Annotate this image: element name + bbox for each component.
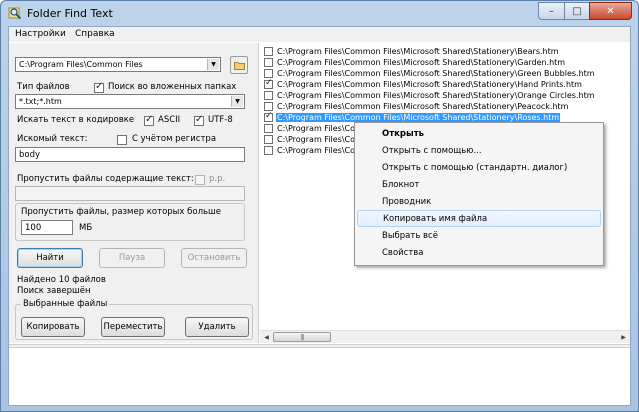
utf8-checkbox[interactable] <box>194 114 204 126</box>
search-text-input[interactable]: body <box>15 147 245 162</box>
file-path: C:\Program Files\Common Files\Microsoft … <box>277 80 582 89</box>
context-menu: Открыть Открыть с помощью... Открыть с п… <box>354 122 604 266</box>
move-button[interactable]: Переместить <box>101 317 165 337</box>
skip-case-checkbox[interactable] <box>195 175 205 185</box>
menu-item-select-all[interactable]: Выбрать всё <box>357 227 601 244</box>
file-types-combobox[interactable]: *.txt;*.htm ▼ <box>15 94 245 109</box>
list-item[interactable]: C:\Program Files\Common Files\Microsoft … <box>264 101 569 112</box>
search-options-panel: C:\Program Files\Common Files ▼ Тип файл… <box>9 43 259 343</box>
skip-text-input[interactable] <box>15 186 245 201</box>
folder-combobox[interactable]: C:\Program Files\Common Files ▼ <box>15 57 221 72</box>
list-item[interactable]: C:\Program Files\Common Files\Microsoft … <box>264 57 566 68</box>
window-controls: – □ ✕ <box>538 2 632 20</box>
scroll-left-icon[interactable]: ◀ <box>261 332 272 343</box>
menu-settings[interactable]: Настройки <box>15 29 66 39</box>
file-types-value: *.txt;*.htm <box>19 97 62 106</box>
result-checkbox[interactable] <box>264 135 273 144</box>
search-text-label: Искомый текст: <box>17 134 88 144</box>
list-item[interactable]: C:\Program Files\Common Files\Microsoft … <box>264 68 596 79</box>
menu-bar: Настройки Справка <box>9 27 630 42</box>
maximize-button[interactable]: □ <box>564 2 589 20</box>
file-path: C:\Program Files\Common Files\Microsoft … <box>277 102 569 111</box>
menu-item-open-with-dialog[interactable]: Открыть с помощью (стандартн. диалог) <box>357 159 601 176</box>
case-sensitive-checkbox[interactable] <box>117 135 127 145</box>
pause-button[interactable]: Пауза <box>99 248 165 268</box>
menu-item-open[interactable]: Открыть <box>357 125 601 142</box>
result-checkbox[interactable] <box>264 91 273 100</box>
file-path: C:\Program Files\Common Files\Microsoft … <box>277 69 595 78</box>
file-path: C:\Program Files\Common Files\Microsoft … <box>276 113 561 122</box>
preview-pane <box>9 348 630 405</box>
size-unit-label: МБ <box>79 223 93 233</box>
menu-item-notepad[interactable]: Блокнот <box>357 176 601 193</box>
skip-size-label: Пропустить файлы, размер которых больше <box>21 207 222 217</box>
subfolders-label: Поиск во вложенных папках <box>108 82 237 92</box>
horizontal-scrollbar[interactable]: ◀ ||| ▶ <box>260 330 630 343</box>
ascii-label: ASCII <box>158 115 181 125</box>
result-checkbox[interactable] <box>264 146 273 155</box>
case-sensitive-label: С учётом регистра <box>132 134 217 144</box>
list-item[interactable]: C:\Program Files\Common Files\Microsoft … <box>264 46 560 57</box>
selected-files-label: Выбранные файлы <box>21 299 110 309</box>
menu-help[interactable]: Справка <box>75 29 115 39</box>
file-types-label: Тип файлов <box>17 82 70 92</box>
result-checkbox[interactable] <box>264 58 273 67</box>
result-checkbox[interactable] <box>264 69 273 78</box>
skip-size-value: 100 <box>25 223 42 233</box>
utf8-label: UTF-8 <box>208 115 233 125</box>
menu-item-open-with[interactable]: Открыть с помощью... <box>357 142 601 159</box>
chevron-down-icon[interactable]: ▼ <box>207 59 219 70</box>
delete-button[interactable]: Удалить <box>185 317 249 337</box>
skip-case-label: р.р. <box>209 174 226 184</box>
result-checkbox[interactable] <box>264 78 273 89</box>
folder-icon <box>234 62 245 70</box>
found-count-status: Найдено 10 файлов <box>17 275 106 285</box>
list-item[interactable]: C:\Program Files\Common Files\Microsoft … <box>264 90 596 101</box>
menu-item-properties[interactable]: Свойства <box>357 244 601 261</box>
browse-folder-button[interactable] <box>230 56 248 74</box>
result-checkbox[interactable] <box>264 111 273 122</box>
subfolders-checkbox[interactable] <box>94 81 104 93</box>
search-done-status: Поиск завершён <box>17 286 91 296</box>
scroll-right-icon[interactable]: ▶ <box>618 332 629 343</box>
chevron-down-icon[interactable]: ▼ <box>231 96 243 107</box>
search-text-value: body <box>19 150 41 160</box>
result-checkbox[interactable] <box>264 124 273 133</box>
file-path: C:\Program Files\Common Files\Microsoft … <box>277 58 566 67</box>
stop-button[interactable]: Остановить <box>181 248 247 268</box>
close-button[interactable]: ✕ <box>589 2 632 20</box>
list-item[interactable]: C:\Program Files\Common Files\Microsoft … <box>264 78 583 90</box>
window-title: Folder Find Text <box>27 7 113 20</box>
folder-value: C:\Program Files\Common Files <box>19 60 143 69</box>
skip-size-input[interactable]: 100 <box>21 220 73 235</box>
ascii-checkbox[interactable] <box>144 114 154 126</box>
file-path: C:\Program Files\Common Files\Microsoft … <box>277 47 559 56</box>
title-bar[interactable]: Folder Find Text – □ ✕ <box>1 1 638 25</box>
menu-item-explorer[interactable]: Проводник <box>357 193 601 210</box>
copy-button[interactable]: Копировать <box>21 317 85 337</box>
menu-item-copy-filename[interactable]: Копировать имя файла <box>357 210 601 227</box>
scrollbar-thumb[interactable]: ||| <box>273 332 331 342</box>
file-path: C:\Program Files\Common Files\Microsoft … <box>277 91 595 100</box>
result-checkbox[interactable] <box>264 47 273 56</box>
result-checkbox[interactable] <box>264 102 273 111</box>
find-button[interactable]: Найти <box>17 248 83 268</box>
app-search-icon <box>8 6 22 20</box>
skip-text-label: Пропустить файлы содержащие текст: <box>17 174 194 184</box>
minimize-button[interactable]: – <box>538 2 564 20</box>
encoding-label: Искать текст в кодировке <box>17 115 135 125</box>
